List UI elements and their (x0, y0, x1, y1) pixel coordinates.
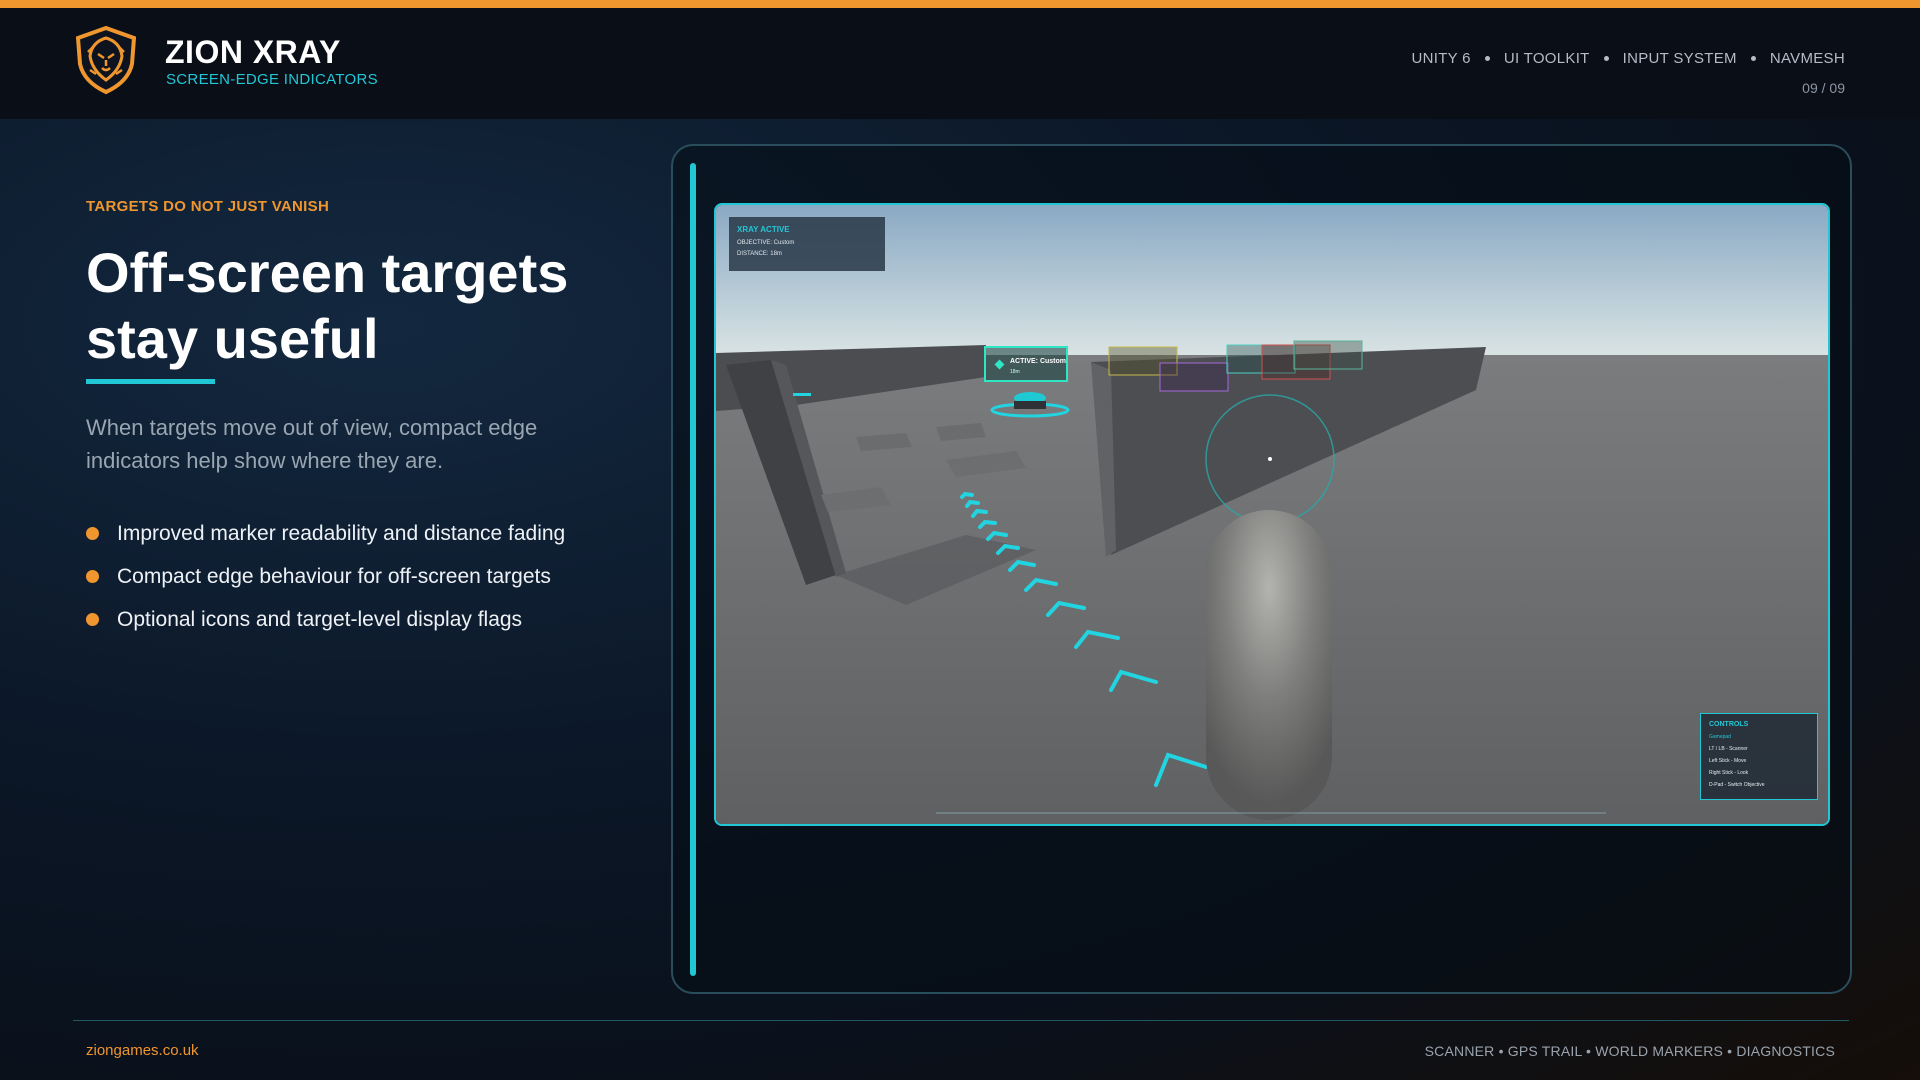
headline-line: stay useful (86, 307, 379, 370)
header: ZION XRAY SCREEN-EDGE INDICATORS UNITY 6… (0, 8, 1920, 119)
controls-title: CONTROLS (1709, 721, 1749, 728)
bullet-text: Compact edge behaviour for off-screen ta… (117, 564, 551, 588)
hud-title: XRAY ACTIVE (737, 225, 790, 234)
active-target-marker: ACTIVE: Custom 18m (984, 346, 1068, 382)
hud-distance: DISTANCE: 18m (737, 251, 782, 257)
bullet-dot-icon (86, 570, 99, 583)
tech-tag: UI TOOLKIT (1503, 50, 1590, 67)
tech-tag-list: UNITY 6 UI TOOLKIT INPUT SYSTEM NAVMESH (1411, 50, 1845, 67)
controls-line: LT / LB - Scanner (1709, 746, 1748, 752)
feature-list: SCANNER • GPS TRAIL • WORLD MARKERS • DI… (1424, 1043, 1835, 1059)
headline-line: Off-screen targets (86, 241, 569, 304)
bullet-list: Improved marker readability and distance… (86, 512, 565, 641)
tech-tag: INPUT SYSTEM (1622, 50, 1737, 67)
bullet-dot-icon (86, 527, 99, 540)
controls-subtitle: Gamepad (1709, 734, 1731, 740)
separator-dot (1750, 56, 1756, 61)
bullet-item: Improved marker readability and distance… (86, 512, 565, 555)
controls-line: Left Stick - Move (1709, 758, 1747, 764)
lion-shield-icon (70, 24, 142, 96)
page-number: 09 / 09 (1802, 80, 1845, 96)
bullet-dot-icon (86, 613, 99, 626)
bullet-item: Compact edge behaviour for off-screen ta… (86, 555, 565, 598)
separator-dot (1484, 56, 1490, 61)
controls-line: D-Pad - Switch Objective (1709, 782, 1765, 788)
game-scene (716, 205, 1828, 824)
bullet-item: Optional icons and target-level display … (86, 598, 565, 641)
tech-tag: UNITY 6 (1411, 50, 1471, 67)
controls-panel: CONTROLS Gamepad LT / LB - Scanner Left … (1700, 713, 1818, 800)
diamond-icon (994, 359, 1005, 370)
xray-status-panel: XRAY ACTIVE OBJECTIVE: Custom DISTANCE: … (729, 217, 885, 271)
hud-objective: OBJECTIVE: Custom (737, 240, 795, 246)
game-viewport: XRAY ACTIVE OBJECTIVE: Custom DISTANCE: … (714, 203, 1830, 826)
website-link[interactable]: ziongames.co.uk (86, 1042, 199, 1059)
tech-tag: NAVMESH (1769, 50, 1845, 67)
marker-label: ACTIVE: Custom (1010, 358, 1066, 365)
bullet-text: Improved marker readability and distance… (117, 521, 566, 545)
bullet-text: Optional icons and target-level display … (117, 607, 523, 631)
top-accent-bar (0, 0, 1920, 8)
controls-line: Right Stick - Look (1709, 770, 1749, 776)
brand-subtitle: SCREEN-EDGE INDICATORS (166, 71, 378, 88)
frame-accent-bar (690, 163, 696, 976)
marker-distance: 18m (1010, 369, 1020, 375)
eyebrow-label: TARGETS DO NOT JUST VANISH (86, 198, 330, 215)
brand-title: ZION XRAY (165, 34, 341, 70)
footer-divider (73, 1020, 1849, 1021)
headline: Off-screen targets stay useful (86, 240, 646, 372)
separator-dot (1603, 56, 1609, 61)
lead-paragraph: When targets move out of view, compact e… (86, 415, 538, 473)
headline-underline (86, 379, 215, 384)
